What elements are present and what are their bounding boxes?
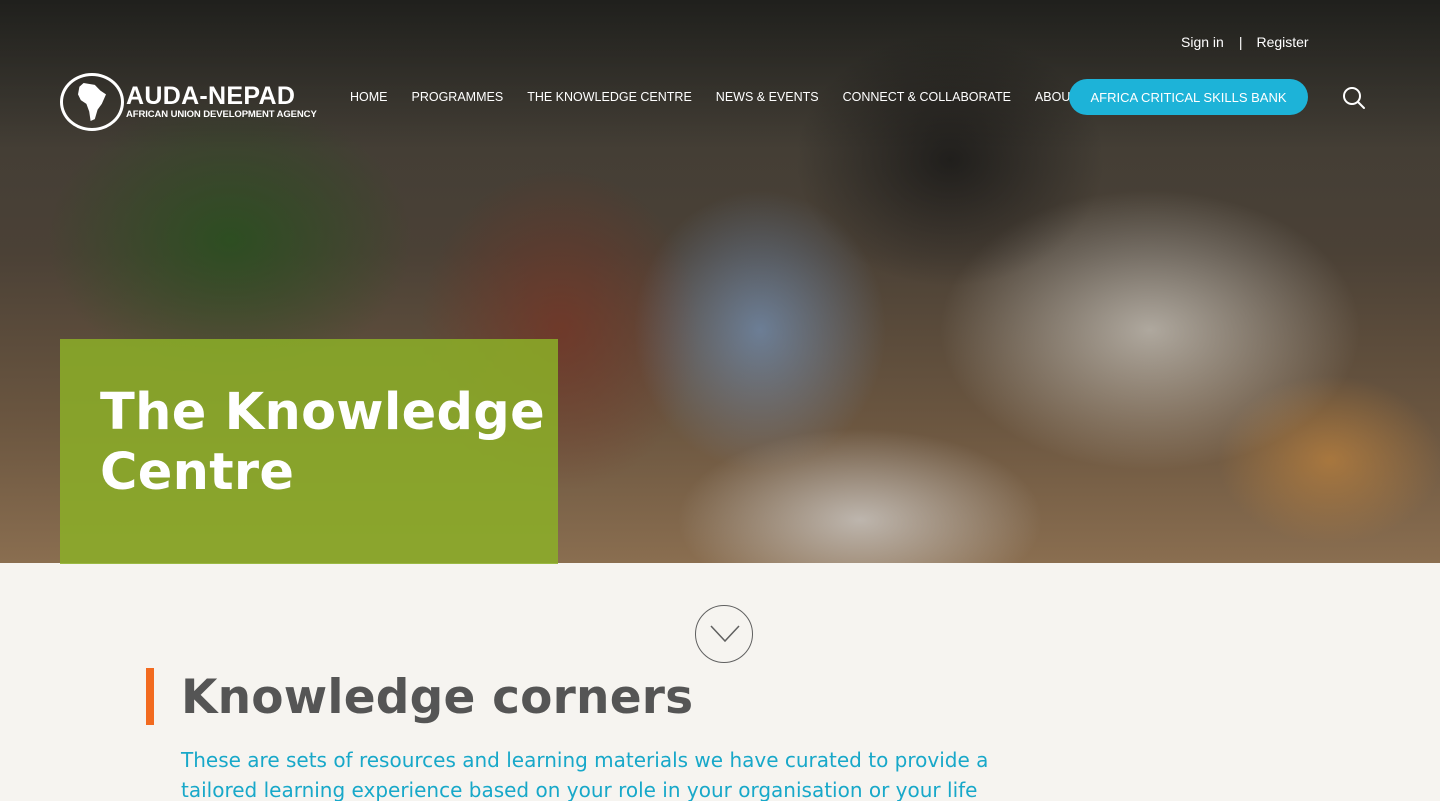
globe-icon (60, 73, 124, 131)
africa-map-icon (78, 83, 106, 121)
section-description: These are sets of resources and learning… (181, 748, 989, 801)
logo-subtitle: AFRICAN UNION DEVELOPMENT AGENCY (126, 109, 317, 120)
scroll-down-button[interactable] (695, 605, 753, 663)
page-title: The Knowledge Centre (100, 383, 545, 502)
search-icon[interactable] (1342, 86, 1366, 110)
site-logo[interactable]: AUDA-NEPAD AFRICAN UNION DEVELOPMENT AGE… (60, 73, 317, 131)
nav-item-news-events[interactable]: NEWS & EVENTS (716, 90, 819, 104)
logo-text: AUDA-NEPAD AFRICAN UNION DEVELOPMENT AGE… (126, 82, 317, 121)
africa-critical-skills-bank-button[interactable]: AFRICA CRITICAL SKILLS BANK (1069, 79, 1308, 115)
nav-item-knowledge-centre[interactable]: THE KNOWLEDGE CENTRE (527, 90, 692, 104)
logo-title: AUDA-NEPAD (126, 82, 296, 110)
link-separator: | (1238, 34, 1243, 50)
sign-in-link[interactable]: Sign in (1181, 34, 1224, 50)
nav-item-home[interactable]: HOME (350, 90, 388, 104)
chevron-down-icon (710, 625, 740, 643)
nav-item-connect-collaborate[interactable]: CONNECT & COLLABORATE (843, 90, 1011, 104)
account-links: Sign in | Register (1181, 34, 1309, 50)
nav-item-programmes[interactable]: PROGRAMMES (412, 90, 504, 104)
section-accent-bar (146, 668, 154, 725)
main-nav: HOME PROGRAMMES THE KNOWLEDGE CENTRE NEW… (350, 90, 1102, 104)
hero-title-box: The Knowledge Centre (60, 339, 558, 564)
register-link[interactable]: Register (1256, 34, 1308, 50)
section-title: Knowledge corners (181, 670, 694, 725)
